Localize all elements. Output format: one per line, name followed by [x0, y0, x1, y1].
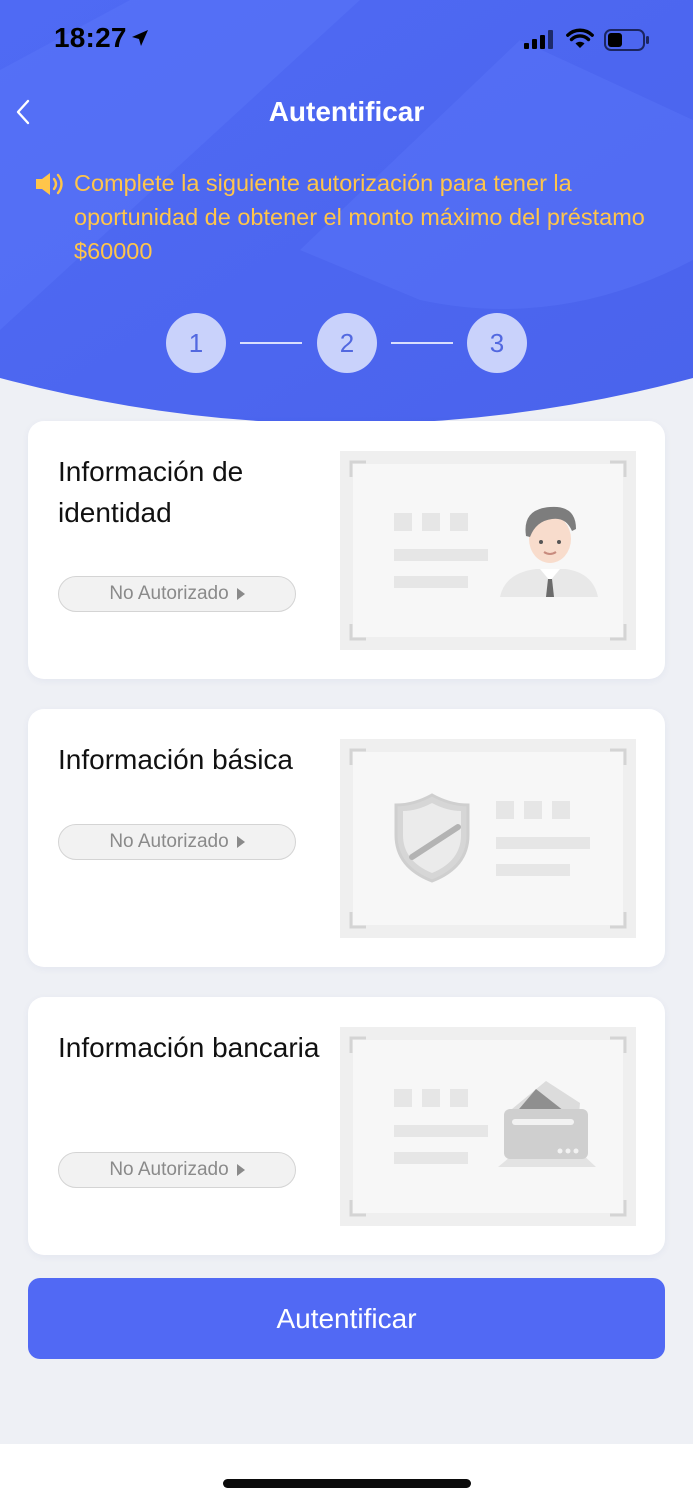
shield-icon: [340, 739, 636, 938]
step-1: 1: [166, 313, 226, 373]
status-time: 18:27: [54, 22, 127, 53]
step-connector: [391, 342, 453, 344]
caret-right-icon: [236, 588, 245, 600]
speaker-icon: [36, 173, 63, 195]
card-title: Información de identidad: [58, 456, 244, 528]
notice-text: Complete la siguiente autorización para …: [74, 170, 645, 264]
bank-card-icon: [340, 1027, 636, 1226]
basic-info-card[interactable]: Información básica No Autorizado: [28, 709, 665, 967]
caret-right-icon: [236, 1164, 245, 1176]
card-title: Información bancaria: [58, 1032, 320, 1063]
page-title: Autentificar: [268, 96, 425, 127]
navigation-bar: Autentificar: [0, 86, 693, 138]
status-badge[interactable]: No Autorizado: [58, 1152, 296, 1188]
step-indicator: 1 2 3: [0, 313, 693, 375]
cellular-signal-icon: [524, 30, 553, 49]
step-connector: [240, 342, 302, 344]
status-bar: 18:27: [0, 0, 693, 80]
status-label: No Autorizado: [109, 583, 229, 604]
location-arrow-icon: [132, 30, 148, 46]
caret-right-icon: [236, 836, 245, 848]
status-badge[interactable]: No Autorizado: [58, 824, 296, 860]
step-3: 3: [467, 313, 527, 373]
status-badge[interactable]: No Autorizado: [58, 576, 296, 612]
status-label: No Autorizado: [109, 1159, 229, 1180]
card-title: Información básica: [58, 744, 294, 775]
status-label: No Autorizado: [109, 831, 229, 852]
identity-info-card[interactable]: Información de identidad No Autorizado: [28, 421, 665, 679]
bottom-safe-area: [0, 1444, 693, 1500]
step-2: 2: [317, 313, 377, 373]
battery-icon: [604, 29, 649, 51]
home-indicator[interactable]: [223, 1479, 471, 1488]
wifi-icon: [566, 28, 594, 48]
identity-card-icon: [340, 451, 636, 650]
authenticate-button[interactable]: Autentificar: [28, 1278, 665, 1359]
bank-info-card[interactable]: Información bancaria No Autorizado: [28, 997, 665, 1255]
